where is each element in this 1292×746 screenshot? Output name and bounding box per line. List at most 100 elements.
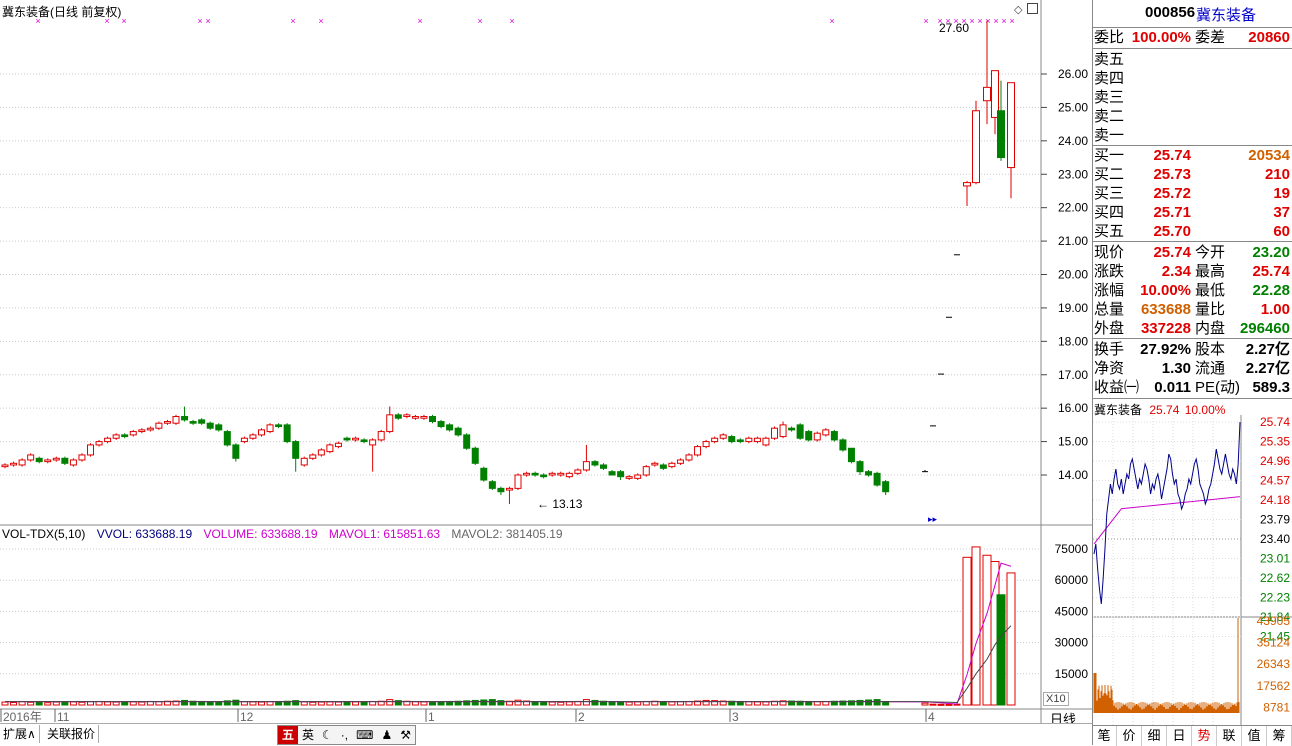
candlestick <box>719 433 727 440</box>
sell-row: 卖一 <box>1093 126 1292 145</box>
buy-row-label: 买二 <box>1094 166 1125 183</box>
candle-body <box>796 424 804 439</box>
candlestick <box>309 453 317 460</box>
window-toggle-icon[interactable] <box>1027 3 1038 14</box>
candle-body <box>437 421 445 428</box>
tab-笔[interactable]: 笔 <box>1092 726 1117 746</box>
candlestick <box>429 414 436 424</box>
finance-row-value: 0.011 <box>1154 379 1191 396</box>
signal-marker-icon: × <box>1009 16 1014 26</box>
stat-row-label: 涨幅 <box>1094 282 1125 299</box>
ime-moon-icon[interactable]: ☾ <box>318 726 337 744</box>
finance-row: 净资 1.30 流通 2.27亿 <box>1093 359 1292 378</box>
tab-值[interactable]: 值 <box>1242 726 1267 746</box>
kline-chart-area[interactable]: × × × × × × × × × × × × × × × × × × × × × × 26.00 25.00 24.00 23… <box>0 0 1092 745</box>
candlestick <box>240 436 248 444</box>
candlestick <box>753 436 761 444</box>
candle-body <box>694 446 702 456</box>
candle-body <box>215 424 223 431</box>
volume-bar <box>996 594 1006 706</box>
buy-row-value2: 19 <box>1273 185 1290 202</box>
buy-row-value2: 20534 <box>1248 147 1290 164</box>
stat-row-label: 总量 <box>1094 301 1125 318</box>
finance-row-value2: 2.27亿 <box>1245 341 1290 358</box>
volume-bar <box>1006 572 1016 706</box>
ime-keyboard-icon[interactable]: ⌨ <box>352 726 377 744</box>
ime-user-icon[interactable]: ♟ <box>377 726 396 744</box>
time-tick-label: 3 <box>732 710 739 724</box>
candlestick <box>129 429 137 437</box>
candlestick <box>121 433 129 439</box>
finance-row: 收益㈠ 0.011 PE(动) 589.3 <box>1093 378 1292 397</box>
candle-body <box>805 431 813 441</box>
candlestick <box>155 421 163 430</box>
price-tick-label: 25.00 <box>1058 100 1088 114</box>
candle-body <box>1 464 9 468</box>
volume-bar <box>514 699 522 706</box>
volume-bar <box>753 701 761 706</box>
volume-bar <box>1 701 9 706</box>
kline-chart-svg[interactable]: × × × × × × × × × × × × × × × × × × × × × × 26.0025.0024.0023… <box>0 0 1092 745</box>
diamond-icon[interactable]: ◇ <box>1014 3 1022 16</box>
price-tick-label: 18.00 <box>1058 334 1088 348</box>
candle-body <box>702 441 710 448</box>
tab-细[interactable]: 细 <box>1142 726 1167 746</box>
volume-tick-label: 45000 <box>1055 604 1089 618</box>
high-price-label: 27.60 <box>939 21 970 35</box>
candlestick <box>651 461 659 467</box>
candle-body <box>223 431 231 446</box>
candle-body <box>565 472 573 478</box>
candlestick <box>540 473 548 479</box>
signal-marker-icon: × <box>417 16 422 26</box>
ime-punct-icon[interactable]: ·, <box>337 726 352 744</box>
candle-body <box>685 454 693 461</box>
ime-wrench-icon[interactable]: ⚒ <box>396 726 415 744</box>
tab-价[interactable]: 价 <box>1117 726 1142 746</box>
candle-body <box>856 461 864 473</box>
candle-body <box>497 487 505 493</box>
volume-bar <box>625 701 633 706</box>
candle-body <box>830 431 838 441</box>
candlestick <box>574 468 582 475</box>
candlestick <box>557 471 565 477</box>
ime-english-icon[interactable]: 英 <box>298 726 318 744</box>
candle-body <box>813 432 821 441</box>
volume-bar <box>865 699 873 706</box>
volume-bar <box>873 699 881 706</box>
candle-body <box>471 447 479 464</box>
time-tick-label: 4 <box>928 710 935 724</box>
mavol1-value: MAVOL1: 615851.63 <box>328 527 441 541</box>
ime-wubi-icon[interactable]: 五 <box>278 726 299 744</box>
stock-code: 000856 <box>1145 4 1196 21</box>
signal-marker-icon: × <box>477 16 482 26</box>
candlestick <box>138 428 146 434</box>
tab-联[interactable]: 联 <box>1217 726 1242 746</box>
tab-势[interactable]: 势 <box>1192 726 1217 746</box>
volume-bar <box>232 699 240 706</box>
stat-row-label2: 最高 <box>1195 263 1226 280</box>
expand-button[interactable]: 扩展∧ <box>0 725 40 743</box>
candlestick <box>565 471 573 479</box>
candlestick <box>317 448 325 457</box>
candlestick <box>839 438 847 452</box>
candle-body <box>181 416 189 421</box>
intraday-tick-label: 24.96 <box>1260 454 1290 468</box>
related-quote-button[interactable]: 关联报价 <box>44 725 100 743</box>
candlestick <box>163 419 171 425</box>
candlestick <box>813 431 821 442</box>
intraday-chart[interactable]: 25.74 25.35 24.96 24.57 24.18 23.79 23.40 23.01… <box>1093 415 1292 725</box>
finance-row-value2: 589.3 <box>1252 379 1290 396</box>
candle-body <box>292 441 300 459</box>
scroll-right-icon[interactable]: ▸▸ <box>928 514 937 525</box>
candlestick <box>736 438 744 444</box>
candle-body <box>275 424 283 428</box>
candlestick <box>403 413 411 419</box>
candle-body <box>488 481 496 489</box>
candle-body <box>972 110 980 184</box>
candlestick <box>531 471 539 477</box>
candlestick <box>215 423 223 432</box>
tab-筹[interactable]: 筹 <box>1267 726 1292 746</box>
intraday-vol-tick-label: 26343 <box>1257 657 1291 671</box>
tab-日[interactable]: 日 <box>1167 726 1192 746</box>
ime-toolbar[interactable]: 五 英 ☾ ·, ⌨ ♟ ⚒ <box>277 725 416 745</box>
